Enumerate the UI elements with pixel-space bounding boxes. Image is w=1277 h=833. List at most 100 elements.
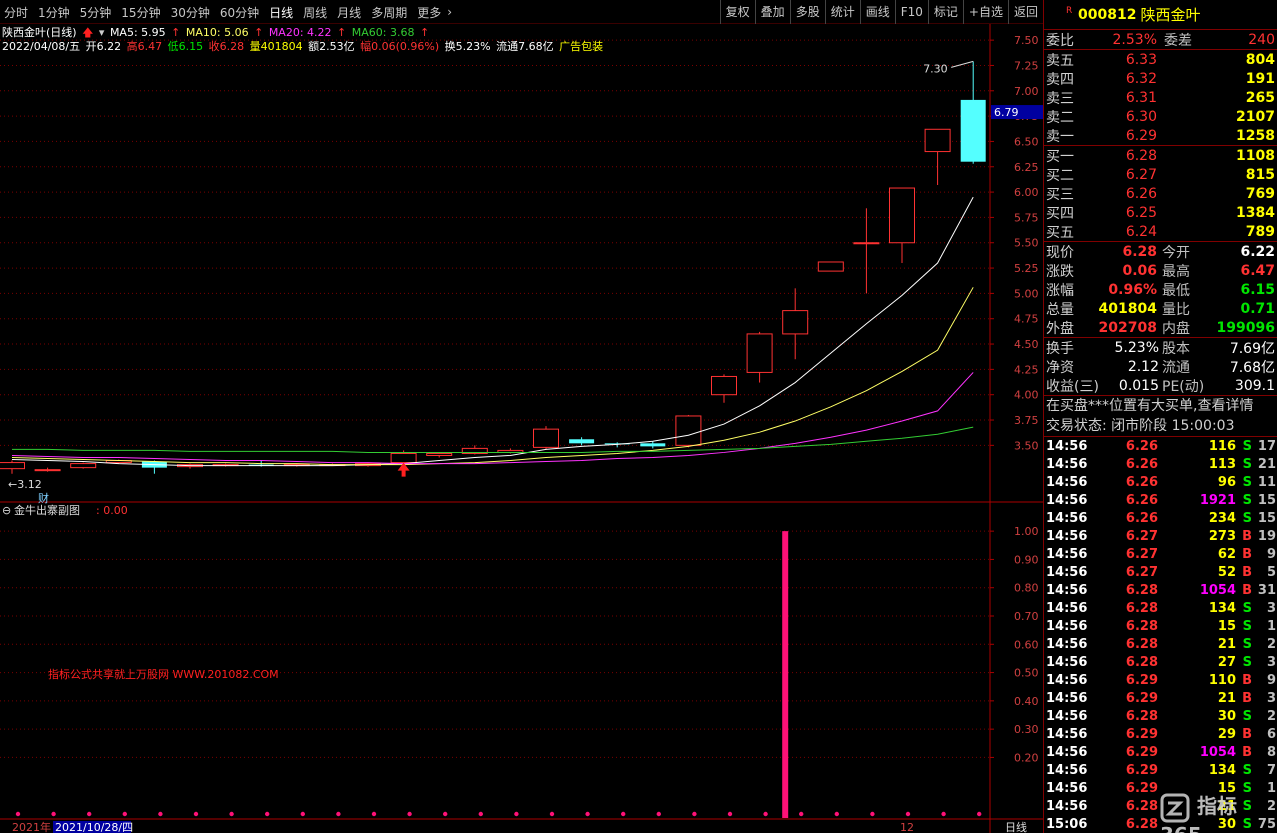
candle-body [853, 242, 880, 245]
sub-chart-title-icon[interactable]: ⊖ [2, 504, 11, 517]
bid-volume: 1108 [1236, 147, 1275, 164]
tick-count: 21 [1257, 456, 1276, 472]
action-button-6[interactable]: 标记 [927, 0, 963, 24]
action-button-4[interactable]: 画线 [859, 0, 895, 24]
tick-count: 11 [1257, 474, 1276, 490]
bid-row-2[interactable]: 买三 6.26 769 [1044, 184, 1277, 203]
tick-side: B [1242, 690, 1252, 706]
tick-side: S [1242, 474, 1252, 490]
tick-time: 14:56 [1046, 690, 1088, 706]
tick-volume: 1921 [1199, 492, 1236, 508]
candle-body [782, 310, 809, 335]
tick-time: 14:56 [1046, 780, 1088, 796]
tick-row-8: 14:56 6.28 1054 B 31 [1044, 581, 1277, 599]
tick-side: B [1242, 546, 1252, 562]
y-tick-label: 7.25 [1014, 59, 1039, 72]
tick-count: 9 [1266, 546, 1276, 562]
tick-count: 9 [1266, 672, 1276, 688]
sub-y-tick-label: 0.80 [1014, 582, 1039, 595]
period-tab-3[interactable]: 15分钟 [117, 4, 166, 21]
tick-side: B [1242, 582, 1252, 598]
period-tab-7[interactable]: 周线 [299, 4, 333, 21]
tick-time: 14:56 [1046, 510, 1088, 526]
sub-y-tick-label: 0.30 [1014, 723, 1039, 736]
stat-value: 0.96% [1108, 281, 1157, 298]
period-tab-10[interactable]: 更多 [413, 4, 447, 21]
ask-label: 卖三 [1046, 90, 1074, 107]
tick-time: 14:56 [1046, 618, 1088, 634]
period-tab-6[interactable]: 日线 [265, 4, 299, 21]
tick-list[interactable]: 14:56 6.26 116 S 17 14:56 6.26 113 S 21 14:56 6.26 9… [1044, 437, 1277, 833]
signal-dot [265, 811, 270, 817]
bid-row-3[interactable]: 买四 6.25 1384 [1044, 203, 1277, 222]
period-tab-2[interactable]: 5分钟 [76, 4, 118, 21]
fund-value: 0.015 [1118, 377, 1159, 394]
period-tab-4[interactable]: 30分钟 [167, 4, 216, 21]
period-tab-5[interactable]: 60分钟 [216, 4, 265, 21]
tick-side: S [1242, 510, 1252, 526]
bar-volume: 量401804 [249, 40, 303, 53]
action-button-3[interactable]: 统计 [824, 0, 860, 24]
ask-volume: 191 [1245, 70, 1275, 87]
y-tick-label: 6.50 [1014, 135, 1039, 148]
signal-dot [371, 811, 377, 817]
action-button-5[interactable]: F10 [894, 0, 928, 24]
period-tab-9[interactable]: 多周期 [367, 4, 413, 21]
ask-row-4[interactable]: 卖一 6.29 1258 [1044, 126, 1277, 145]
tick-row-1: 14:56 6.26 113 S 21 [1044, 455, 1277, 473]
bid-row-0[interactable]: 买一 6.28 1108 [1044, 146, 1277, 165]
ask-volume: 1258 [1236, 127, 1275, 144]
period-tab-8[interactable]: 月线 [333, 4, 367, 21]
bid-row-1[interactable]: 买二 6.27 815 [1044, 165, 1277, 184]
bid-price: 6.28 [1125, 147, 1157, 164]
bar-low: 低6.15 [167, 40, 204, 53]
bar-amount: 额2.53亿 [308, 40, 355, 53]
bid-label: 买五 [1046, 224, 1074, 241]
tick-count: 31 [1257, 582, 1276, 598]
ask-row-1[interactable]: 卖四 6.32 191 [1044, 69, 1277, 88]
tick-count: 15 [1257, 510, 1276, 526]
action-button-8[interactable]: 返回 [1007, 0, 1043, 24]
price-tag-label: 6.79 [994, 106, 1019, 119]
tick-row-13: 14:56 6.29 110 B 9 [1044, 671, 1277, 689]
bid-volume: 769 [1245, 185, 1275, 202]
tick-side: S [1242, 456, 1252, 472]
action-button-0[interactable]: 复权 [719, 0, 755, 24]
period-tab-1[interactable]: 1分钟 [34, 4, 76, 21]
sub-y-tick-label: 0.40 [1014, 695, 1039, 708]
bid-row-4[interactable]: 买五 6.24 789 [1044, 222, 1277, 241]
x-cursor-date: 2021/10/28/四 [55, 821, 133, 833]
action-button-1[interactable]: 叠加 [754, 0, 790, 24]
action-button-2[interactable]: 多股 [789, 0, 825, 24]
chart-canvas[interactable]: 3.50 3.75 4.00 4.25 4.50 4.75 5.00 5.25 5.50 5.75… [0, 24, 1043, 833]
tick-volume: 29 [1217, 726, 1236, 742]
tick-price: 6.29 [1125, 780, 1158, 796]
signal-dot [905, 811, 911, 817]
finance-event-icon[interactable]: 财 [38, 491, 49, 505]
fund-value: 7.69亿 [1229, 340, 1275, 357]
action-button-7[interactable]: +自选 [962, 0, 1008, 24]
y-tick-label: 4.50 [1014, 338, 1039, 351]
period-tab-0[interactable]: 分时 [0, 4, 34, 21]
tick-row-4: 14:56 6.26 234 S 15 [1044, 509, 1277, 527]
big-order-notice[interactable]: 在买盘***位置有大买单,查看详情 [1044, 396, 1277, 417]
stock-name: 陕西金叶 [1140, 6, 1201, 24]
bar-high: 高6.47 [126, 40, 163, 53]
ask-row-3[interactable]: 卖二 6.30 2107 [1044, 107, 1277, 126]
tick-count: 8 [1266, 744, 1276, 760]
tick-price: 6.27 [1125, 564, 1158, 580]
tick-row-12: 14:56 6.28 27 S 3 [1044, 653, 1277, 671]
signal-bar [782, 531, 789, 818]
sub-y-tick-label: 0.50 [1014, 667, 1039, 680]
tick-price: 6.27 [1125, 546, 1158, 562]
bid-volume: 789 [1245, 223, 1275, 240]
bid-volume: 1384 [1236, 204, 1275, 221]
ask-list: 卖五 6.33 804 卖四 6.32 191 卖三 6.31 265 卖二 6.30 2107 卖一 6… [1044, 50, 1277, 145]
chevron-right-icon[interactable]: › [447, 5, 458, 19]
ask-row-2[interactable]: 卖三 6.31 265 [1044, 88, 1277, 107]
ma60-line [12, 426, 974, 453]
ask-row-0[interactable]: 卖五 6.33 804 [1044, 50, 1277, 69]
bid-list: 买一 6.28 1108 买二 6.27 815 买三 6.26 769 买四 6.25 1384 买五… [1044, 146, 1277, 241]
industry-link[interactable]: 广告包装 [559, 40, 603, 53]
y-tick-label: 7.50 [1014, 34, 1039, 47]
